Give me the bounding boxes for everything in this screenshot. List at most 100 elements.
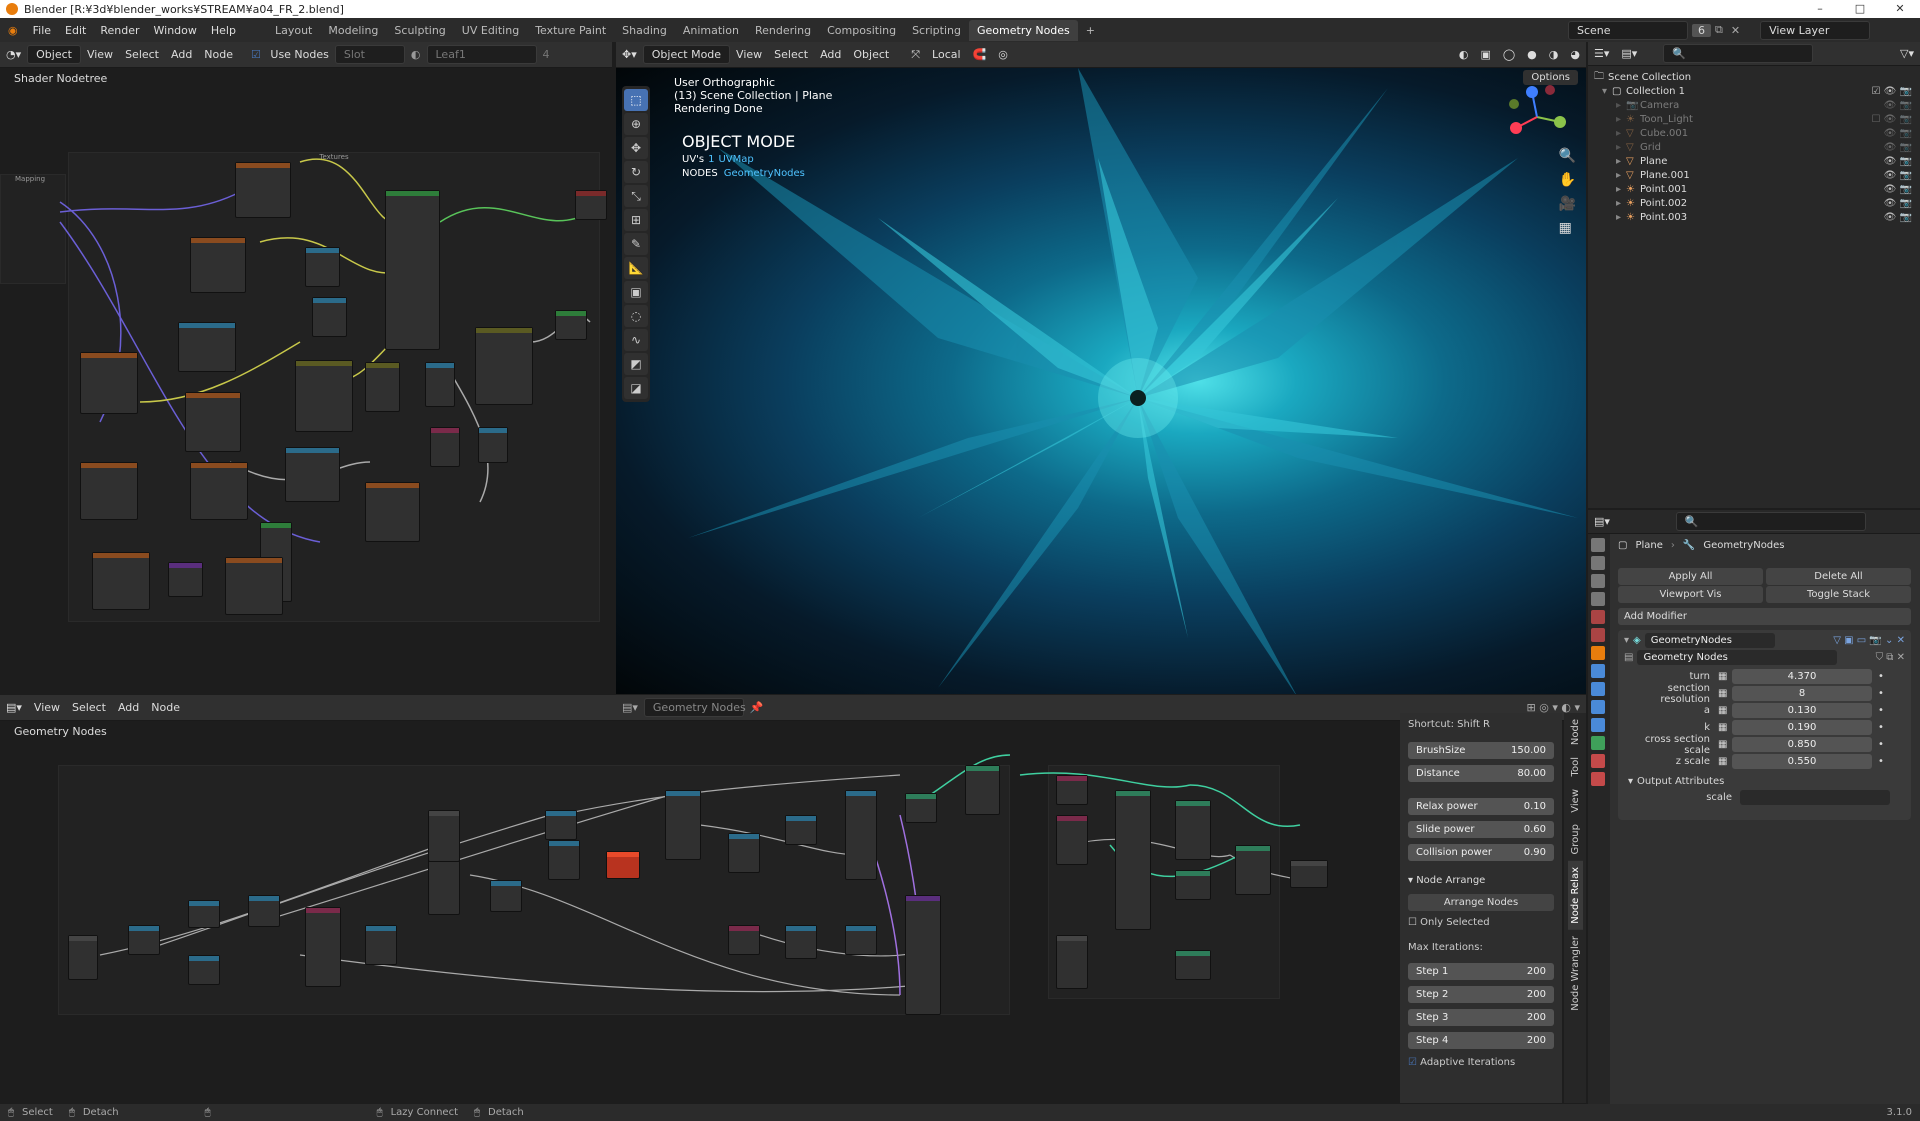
shading-material-icon[interactable]: ◑ <box>1543 48 1565 61</box>
group-input-node[interactable] <box>68 935 98 980</box>
shader-node[interactable] <box>225 557 283 615</box>
input-k[interactable]: 0.190 <box>1732 720 1872 735</box>
keyframe-dot-icon[interactable]: • <box>1872 722 1884 733</box>
keyframe-dot-icon[interactable]: • <box>1872 739 1884 750</box>
shader-node[interactable] <box>235 162 291 218</box>
shader-node[interactable] <box>178 322 236 372</box>
shader-node[interactable] <box>425 362 455 407</box>
input-section-resolution[interactable]: 8 <box>1732 686 1872 701</box>
viewport-vis-button[interactable]: Viewport Vis <box>1618 586 1763 603</box>
viewport-3d[interactable]: User Orthographic (13) Scene Collection … <box>616 68 1586 694</box>
geo-node[interactable] <box>128 925 160 955</box>
output-attributes-header[interactable]: ▾ Output Attributes <box>1618 770 1911 787</box>
sculpt-tool-icon[interactable]: ◌ <box>624 305 648 327</box>
shader-node[interactable] <box>430 427 460 467</box>
principled-bsdf-node[interactable] <box>385 190 440 350</box>
step-4-field[interactable]: Step 4 200 <box>1408 1032 1554 1049</box>
tab-rendering[interactable]: Rendering <box>747 20 819 41</box>
node-group-actions[interactable]: ⛉ ⧉ ✕ <box>1876 652 1905 663</box>
geo-node[interactable] <box>548 840 580 880</box>
delete-scene-icon[interactable]: ✕ <box>1727 24 1744 37</box>
geo-node[interactable] <box>845 790 877 880</box>
measure-tool-icon[interactable]: 📐 <box>624 257 648 279</box>
outliner-row[interactable]: ▸ ☀ Point.003 👁 📷 <box>1594 210 1914 224</box>
shader-node[interactable] <box>168 562 203 597</box>
viewport-menu-add[interactable]: Add <box>814 48 847 61</box>
texture-tab-icon[interactable] <box>1591 772 1605 786</box>
keyframe-dot-icon[interactable]: • <box>1872 671 1884 682</box>
overlays-icon[interactable]: ◐ <box>1453 48 1475 61</box>
color-ramp-node[interactable] <box>295 360 353 432</box>
shader-node[interactable] <box>80 462 138 520</box>
geo-node[interactable] <box>188 900 220 928</box>
tab-node-wrangler[interactable]: Node Wrangler <box>1568 930 1583 1017</box>
input-z-scale[interactable]: 0.550 <box>1732 754 1872 769</box>
tab-node[interactable]: Node <box>1568 713 1583 751</box>
transform-orientation-icon[interactable]: ⤧ <box>905 48 926 62</box>
shader-node[interactable] <box>555 310 587 340</box>
toggle-stack-button[interactable]: Toggle Stack <box>1766 586 1911 603</box>
viewport-menu-view[interactable]: View <box>730 48 768 61</box>
geo-node[interactable] <box>428 855 460 915</box>
modifier-visibility-icons[interactable]: ▽ ▣ ▭ 📷 ⌄ ✕ <box>1833 635 1905 646</box>
object-tab-icon[interactable] <box>1591 646 1605 660</box>
geo-node[interactable] <box>428 810 460 862</box>
visibility-eye-icon[interactable]: 👁 📷 <box>1884 212 1912 223</box>
add-cube-tool-icon[interactable]: ▣ <box>624 281 648 303</box>
filter-icon[interactable]: ▽▾ <box>1894 47 1920 60</box>
new-scene-icon[interactable]: ⧉ <box>1711 23 1727 37</box>
material-tab-icon[interactable] <box>1591 754 1605 768</box>
visibility-eye-icon[interactable]: 👁 📷 <box>1884 156 1912 167</box>
visibility-eye-icon[interactable]: 👁 📷 <box>1884 170 1912 181</box>
geo-node[interactable] <box>905 793 937 823</box>
adaptive-iterations-checkbox[interactable]: ☑ Adaptive Iterations <box>1400 1049 1562 1076</box>
outliner-row[interactable]: ▸ ▽ Plane.001 👁 📷 <box>1594 168 1914 182</box>
visibility-eye-icon[interactable]: 👁 📷 <box>1884 184 1912 195</box>
tab-node-relax[interactable]: Node Relax <box>1567 860 1583 930</box>
shader-node[interactable] <box>92 552 150 610</box>
shader-node[interactable] <box>365 362 400 412</box>
arrange-nodes-button[interactable]: Arrange Nodes <box>1408 894 1554 911</box>
navigation-gizmo[interactable] <box>1502 82 1572 152</box>
outliner-row[interactable]: ▸ ☀ Point.002 👁 📷 <box>1594 196 1914 210</box>
slide-power-field[interactable]: Slide power 0.60 <box>1408 821 1554 838</box>
input-a[interactable]: 0.130 <box>1732 703 1872 718</box>
bevel-tool-icon[interactable]: ◩ <box>624 353 648 375</box>
annotate-tool-icon[interactable]: ✎ <box>624 233 648 255</box>
geo-node[interactable] <box>1175 800 1211 860</box>
geo-node[interactable] <box>305 907 341 987</box>
world-tab-icon[interactable] <box>1591 628 1605 642</box>
outliner-row[interactable]: ▸ ▽ Plane 👁 📷 <box>1594 154 1914 168</box>
geo-node[interactable] <box>1235 845 1271 895</box>
display-mode-icon[interactable]: ▤▾ <box>1615 47 1643 60</box>
node-arrange-header[interactable]: ▾ Node Arrange <box>1400 861 1562 890</box>
shader-node[interactable] <box>478 427 508 463</box>
scale-attribute-input[interactable] <box>1740 790 1890 805</box>
tab-texture-paint[interactable]: Texture Paint <box>527 20 614 41</box>
geo-node[interactable] <box>1056 815 1088 865</box>
properties-editor-type-icon[interactable]: ▤▾ <box>1588 515 1616 528</box>
render-tab-icon[interactable] <box>1591 556 1605 570</box>
extrude-tool-icon[interactable]: ◪ <box>624 377 648 399</box>
geo-node[interactable] <box>545 810 577 840</box>
particles-tab-icon[interactable] <box>1591 682 1605 696</box>
shader-node[interactable] <box>285 447 340 502</box>
keyframe-dot-icon[interactable]: • <box>1872 705 1884 716</box>
brush-size-field[interactable]: BrushSize 150.00 <box>1408 742 1554 759</box>
blender-menu-icon[interactable]: ◉ <box>0 24 26 37</box>
minimize-button[interactable]: – <box>1800 0 1840 18</box>
add-workspace-button[interactable]: + <box>1078 20 1103 41</box>
proportional-edit-icon[interactable]: ◎ <box>992 48 1014 61</box>
shader-node[interactable] <box>185 392 241 452</box>
rgb-curves-node[interactable] <box>475 327 533 405</box>
geo-node[interactable] <box>365 925 397 965</box>
scene-tab-icon[interactable] <box>1591 610 1605 624</box>
geo-node[interactable] <box>665 790 701 860</box>
relax-power-field[interactable]: Relax power 0.10 <box>1408 798 1554 815</box>
shader-node[interactable] <box>312 297 347 337</box>
shader-node[interactable] <box>190 462 248 520</box>
visibility-eye-icon[interactable]: 👁 📷 <box>1884 142 1912 153</box>
menu-help[interactable]: Help <box>204 24 243 37</box>
geo-node[interactable] <box>905 895 941 1015</box>
properties-search-input[interactable]: 🔍 <box>1675 512 1866 531</box>
